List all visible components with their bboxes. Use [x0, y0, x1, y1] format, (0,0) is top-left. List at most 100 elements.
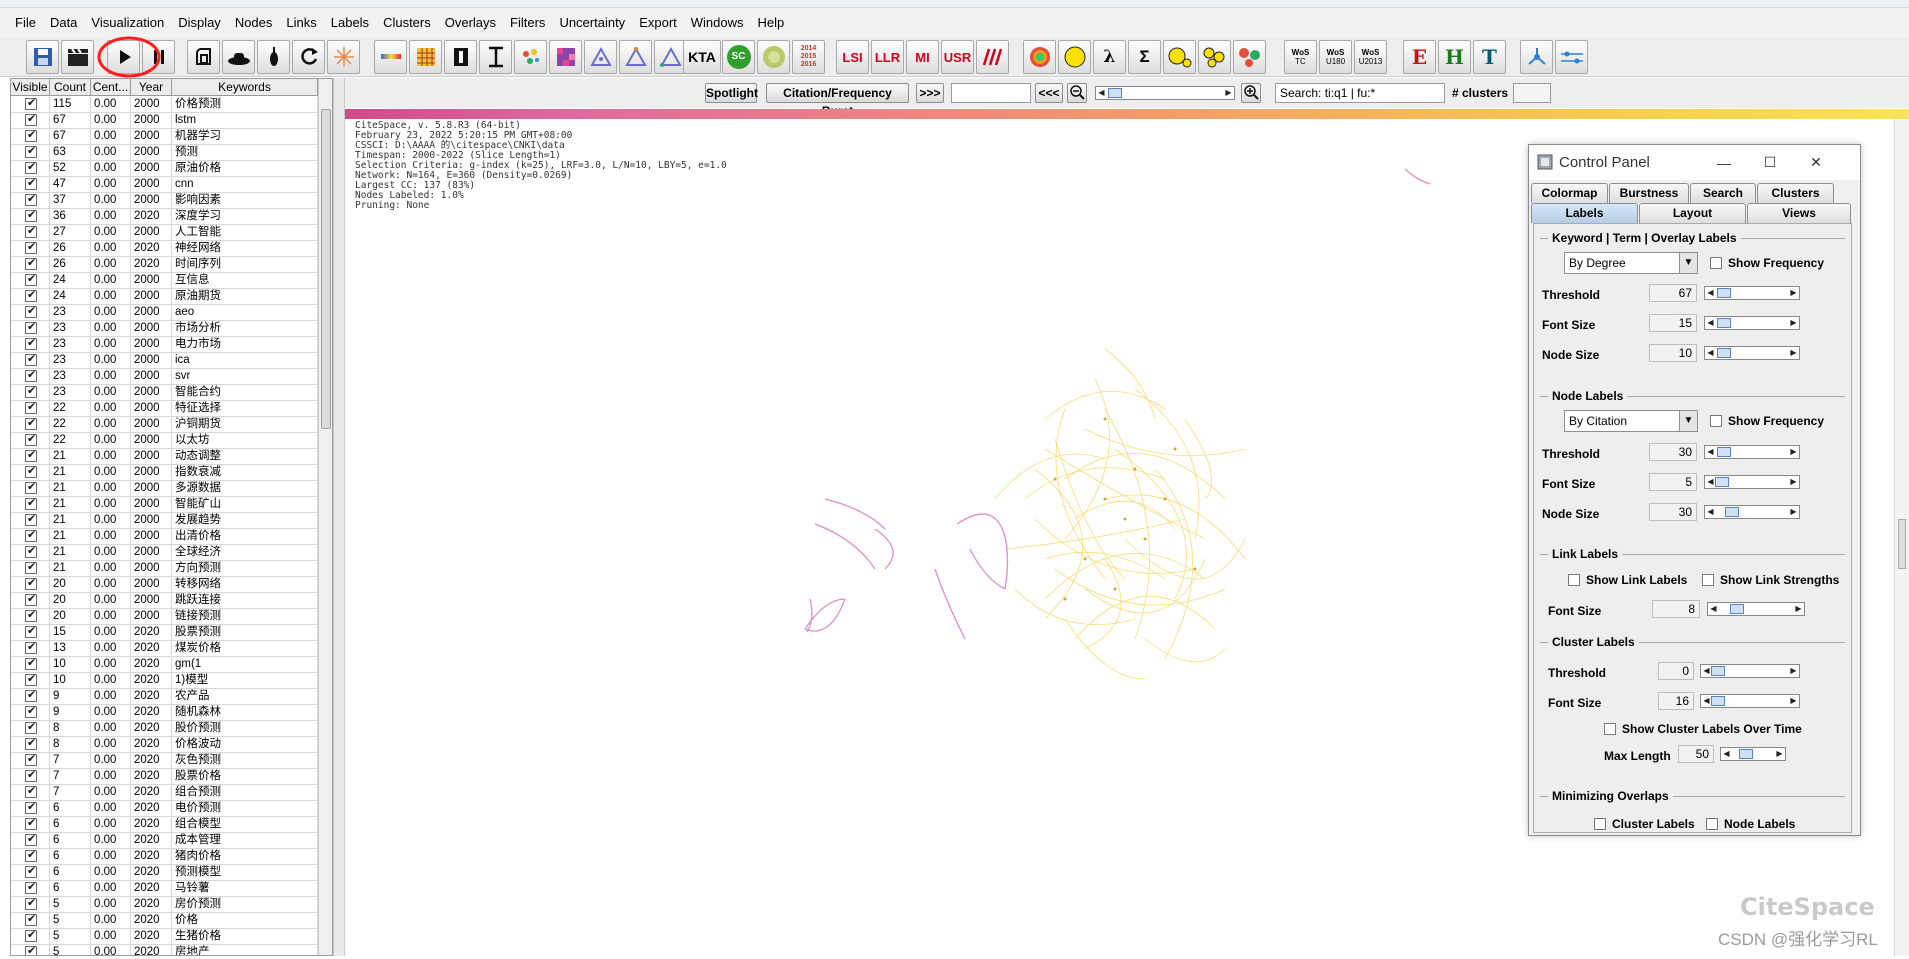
- visible-checkbox[interactable]: [25, 801, 37, 815]
- visible-checkbox[interactable]: [25, 449, 37, 463]
- visible-checkbox-cell[interactable]: [11, 593, 50, 608]
- table-row[interactable]: 230.002000市场分析: [11, 321, 318, 337]
- visible-checkbox[interactable]: [25, 353, 37, 367]
- slider-thumb[interactable]: [1711, 696, 1725, 706]
- visible-checkbox-cell[interactable]: [11, 641, 50, 656]
- slider-left-arrow[interactable]: ◀: [1702, 666, 1711, 676]
- keyword-font-size-value[interactable]: 15: [1649, 314, 1697, 332]
- visible-checkbox-cell[interactable]: [11, 561, 50, 576]
- cluster-font-size-value[interactable]: 16: [1658, 692, 1694, 710]
- table-row[interactable]: 60.002020猪肉价格: [11, 849, 318, 865]
- save-icon[interactable]: [26, 40, 59, 74]
- table-row[interactable]: 50.002020房价预测: [11, 897, 318, 913]
- link-font-size-value[interactable]: 8: [1652, 600, 1700, 618]
- menu-labels[interactable]: Labels: [324, 8, 376, 37]
- maximize-icon[interactable]: ☐: [1747, 145, 1793, 180]
- llr-button[interactable]: LLR: [871, 40, 904, 74]
- table-row[interactable]: 60.002020马铃薯: [11, 881, 318, 897]
- table-row[interactable]: 240.002000原油期货: [11, 289, 318, 305]
- table-row[interactable]: 60.002020电价预测: [11, 801, 318, 817]
- mi-button[interactable]: MI: [906, 40, 939, 74]
- kta-button[interactable]: KTA: [683, 40, 721, 74]
- menu-display[interactable]: Display: [171, 8, 228, 37]
- slider-thumb[interactable]: [1717, 447, 1731, 457]
- column-year[interactable]: Year: [131, 79, 172, 95]
- visible-checkbox-cell[interactable]: [11, 385, 50, 400]
- cluster-bubbles-icon[interactable]: [1198, 40, 1231, 74]
- slider-right-arrow[interactable]: ▶: [1789, 507, 1798, 517]
- visible-checkbox[interactable]: [25, 385, 37, 399]
- table-row[interactable]: 670.002000lstm: [11, 113, 318, 129]
- max-length-value[interactable]: 50: [1678, 745, 1714, 763]
- node-node-size-value[interactable]: 30: [1649, 503, 1697, 521]
- slider-right-arrow[interactable]: ▶: [1789, 318, 1798, 328]
- panel-splitter[interactable]: [333, 78, 345, 956]
- menu-data[interactable]: Data: [43, 8, 84, 37]
- node-threshold-value[interactable]: 30: [1649, 443, 1697, 461]
- e-index-button[interactable]: E: [1403, 40, 1436, 74]
- slider-thumb[interactable]: [1717, 288, 1731, 298]
- visible-checkbox[interactable]: [25, 929, 37, 943]
- visible-checkbox[interactable]: [25, 161, 37, 175]
- table-row[interactable]: 230.002000ica: [11, 353, 318, 369]
- visible-checkbox-cell[interactable]: [11, 337, 50, 352]
- table-row[interactable]: 50.002020房地产: [11, 945, 318, 955]
- node-threshold-slider[interactable]: ◀ ▶: [1704, 445, 1800, 459]
- table-scrollbar[interactable]: [318, 79, 332, 955]
- visible-checkbox[interactable]: [25, 849, 37, 863]
- node-show-frequency-checkbox[interactable]: [1710, 415, 1722, 427]
- slider-right-arrow[interactable]: ▶: [1794, 604, 1803, 614]
- table-row[interactable]: 260.002020时间序列: [11, 257, 318, 273]
- visible-checkbox-cell[interactable]: [11, 241, 50, 256]
- keyword-threshold-value[interactable]: 67: [1649, 284, 1697, 302]
- table-row[interactable]: 70.002020股票价格: [11, 769, 318, 785]
- visible-checkbox[interactable]: [25, 641, 37, 655]
- visible-checkbox-cell[interactable]: [11, 129, 50, 144]
- table-row[interactable]: 60.002020组合模型: [11, 817, 318, 833]
- visible-checkbox[interactable]: [25, 369, 37, 383]
- table-row[interactable]: 240.002000互信息: [11, 273, 318, 289]
- rainbow-circle-icon[interactable]: [1023, 40, 1056, 74]
- visible-checkbox[interactable]: [25, 897, 37, 911]
- visible-checkbox[interactable]: [25, 625, 37, 639]
- visible-checkbox-cell[interactable]: [11, 257, 50, 272]
- tab-clusters[interactable]: Clusters: [1757, 183, 1834, 203]
- menu-nodes[interactable]: Nodes: [228, 8, 280, 37]
- visible-checkbox[interactable]: [25, 769, 37, 783]
- visible-checkbox-cell[interactable]: [11, 401, 50, 416]
- menu-uncertainty[interactable]: Uncertainty: [552, 8, 632, 37]
- slider-left-arrow[interactable]: ◀: [1706, 447, 1715, 457]
- rgb-dots-icon[interactable]: [1233, 40, 1266, 74]
- column-visible[interactable]: Visible: [11, 79, 50, 95]
- slider-left-arrow[interactable]: ◀: [1706, 477, 1715, 487]
- table-row[interactable]: 200.002000转移网络: [11, 577, 318, 593]
- menu-overlays[interactable]: Overlays: [438, 8, 503, 37]
- visible-checkbox[interactable]: [25, 529, 37, 543]
- visible-checkbox-cell[interactable]: [11, 609, 50, 624]
- table-row[interactable]: 60.002020预测模型: [11, 865, 318, 881]
- table-row[interactable]: 200.002000链接预测: [11, 609, 318, 625]
- max-length-slider[interactable]: ◀ ▶: [1720, 747, 1786, 761]
- visible-checkbox-cell[interactable]: [11, 513, 50, 528]
- table-row[interactable]: 230.002000智能合约: [11, 385, 318, 401]
- visible-checkbox-cell[interactable]: [11, 161, 50, 176]
- visible-checkbox-cell[interactable]: [11, 785, 50, 800]
- table-row[interactable]: 210.002000发展趋势: [11, 513, 318, 529]
- visible-checkbox-cell[interactable]: [11, 369, 50, 384]
- table-row[interactable]: 220.002000沪铜期货: [11, 417, 318, 433]
- visible-checkbox-cell[interactable]: [11, 721, 50, 736]
- wos-u180-button[interactable]: WoS U180: [1319, 40, 1352, 74]
- visible-checkbox-cell[interactable]: [11, 577, 50, 592]
- table-row[interactable]: 210.002000全球经济: [11, 545, 318, 561]
- visible-checkbox-cell[interactable]: [11, 881, 50, 896]
- visible-checkbox[interactable]: [25, 689, 37, 703]
- slider-right-arrow[interactable]: ▶: [1789, 288, 1798, 298]
- timeline-dots-icon[interactable]: [1555, 40, 1588, 74]
- slider-left-arrow[interactable]: ◀: [1706, 348, 1715, 358]
- visible-checkbox[interactable]: [25, 289, 37, 303]
- node-node-size-slider[interactable]: ◀ ▶: [1704, 505, 1800, 519]
- i-beam-dark-icon[interactable]: [444, 40, 477, 74]
- control-panel-titlebar[interactable]: Control Panel — ☐ ✕: [1529, 145, 1860, 180]
- table-row[interactable]: 210.002000智能矿山: [11, 497, 318, 513]
- scatter-color-icon[interactable]: [514, 40, 547, 74]
